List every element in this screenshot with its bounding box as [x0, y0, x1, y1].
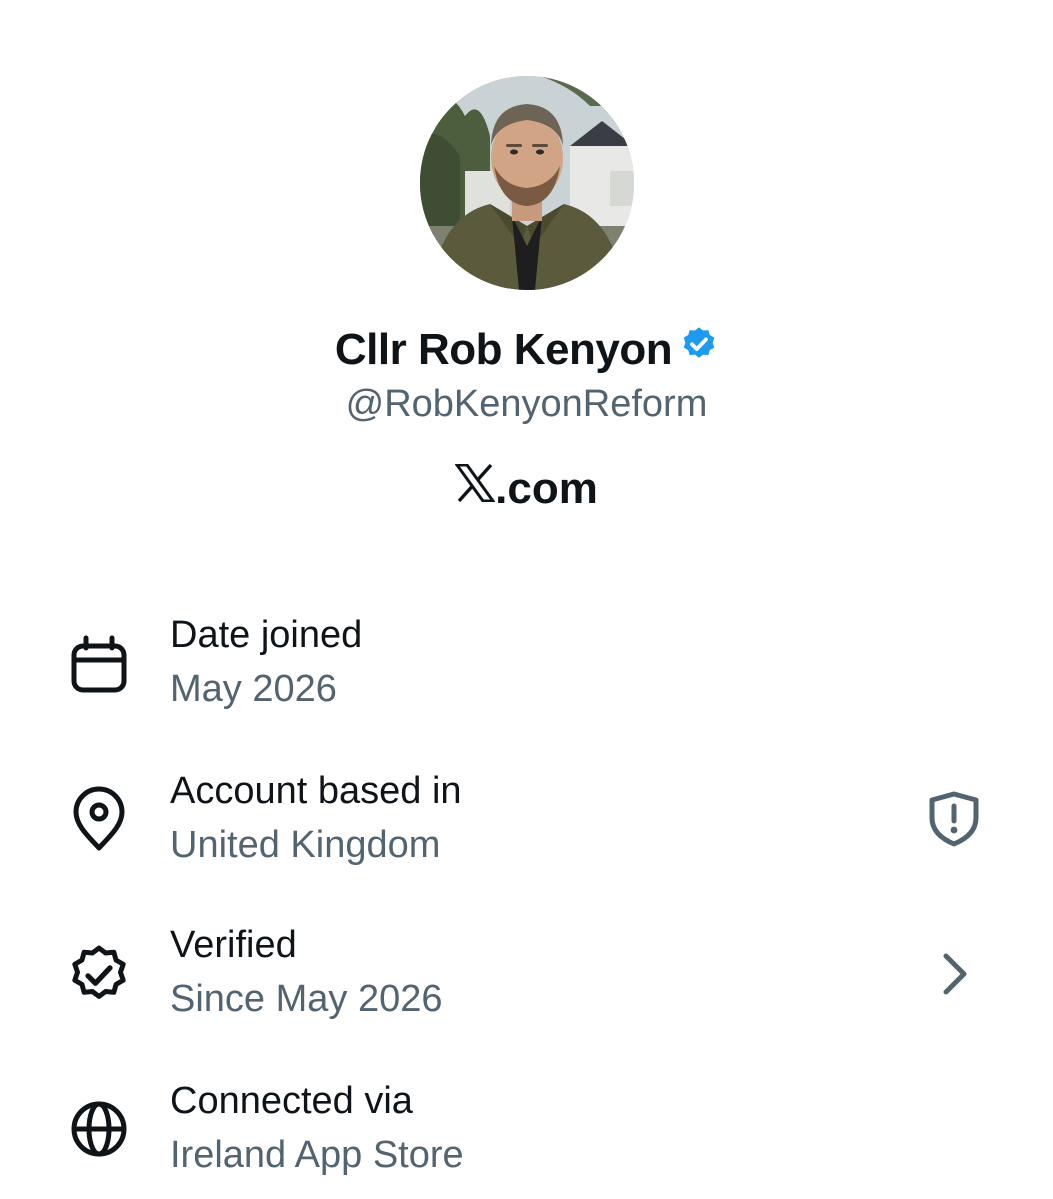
shield-alert-icon[interactable]	[924, 788, 984, 848]
info-row-verified[interactable]: Verified Since May 2026	[0, 920, 1053, 1040]
verified-badge-outline-icon	[66, 942, 132, 1008]
info-value: Ireland App Store	[170, 1134, 464, 1176]
profile-header: Cllr Rob Kenyon @RobKenyonReform .com	[0, 0, 1053, 560]
x-logo-icon	[454, 461, 497, 515]
display-name: Cllr Rob Kenyon	[334, 325, 673, 374]
site-suffix: .com	[495, 464, 598, 513]
globe-icon	[66, 1096, 132, 1162]
location-pin-icon	[66, 786, 132, 852]
info-row-date-joined: Date joined May 2026	[0, 610, 1053, 730]
info-row-connected-via: Connected via Ireland App Store	[0, 1076, 1053, 1196]
display-name-row: Cllr Rob Kenyon	[0, 322, 1053, 380]
info-value: United Kingdom	[170, 824, 441, 866]
calendar-icon	[66, 632, 132, 698]
info-value: May 2026	[170, 668, 337, 710]
info-title: Verified	[170, 924, 297, 966]
site-label: .com	[0, 462, 1053, 518]
info-title: Connected via	[170, 1080, 413, 1122]
avatar-photo	[420, 76, 634, 290]
chevron-right-icon[interactable]	[924, 944, 984, 1004]
info-value: Since May 2026	[170, 978, 443, 1020]
profile-avatar[interactable]	[420, 76, 634, 290]
info-title: Date joined	[170, 614, 363, 656]
info-row-account-based-in: Account based in United Kingdom	[0, 766, 1053, 886]
info-title: Account based in	[170, 770, 462, 812]
profile-handle: @RobKenyonReform	[345, 383, 708, 425]
verified-badge-icon	[680, 321, 718, 377]
